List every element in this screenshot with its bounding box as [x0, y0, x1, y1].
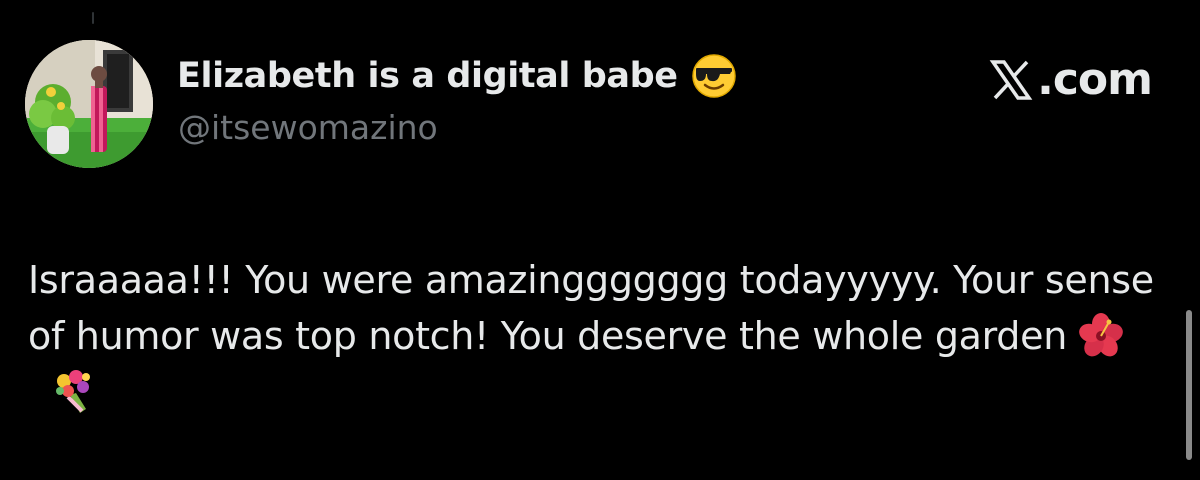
author-name-row: Elizabeth is a digital babe — [177, 52, 738, 100]
scrollbar[interactable] — [1186, 310, 1192, 460]
brand-watermark: .com — [989, 54, 1153, 105]
brand-text: .com — [1037, 54, 1153, 105]
avatar-photo — [25, 40, 153, 168]
author-handle[interactable]: @itsewomazino — [178, 108, 438, 147]
bouquet-icon — [56, 370, 90, 413]
display-name[interactable]: Elizabeth is a digital babe — [177, 56, 678, 96]
x-logo-icon — [989, 60, 1033, 100]
avatar[interactable] — [25, 40, 153, 168]
tweet-text-container: Israaaaa!!! You were amazinggggggg today… — [28, 252, 1178, 420]
thread-connector-line — [92, 12, 94, 24]
hibiscus-icon — [1079, 313, 1123, 357]
tweet-text: Israaaaa!!! You were amazinggggggg today… — [28, 258, 1154, 358]
smiling-face-with-sunglasses-icon — [691, 54, 736, 98]
